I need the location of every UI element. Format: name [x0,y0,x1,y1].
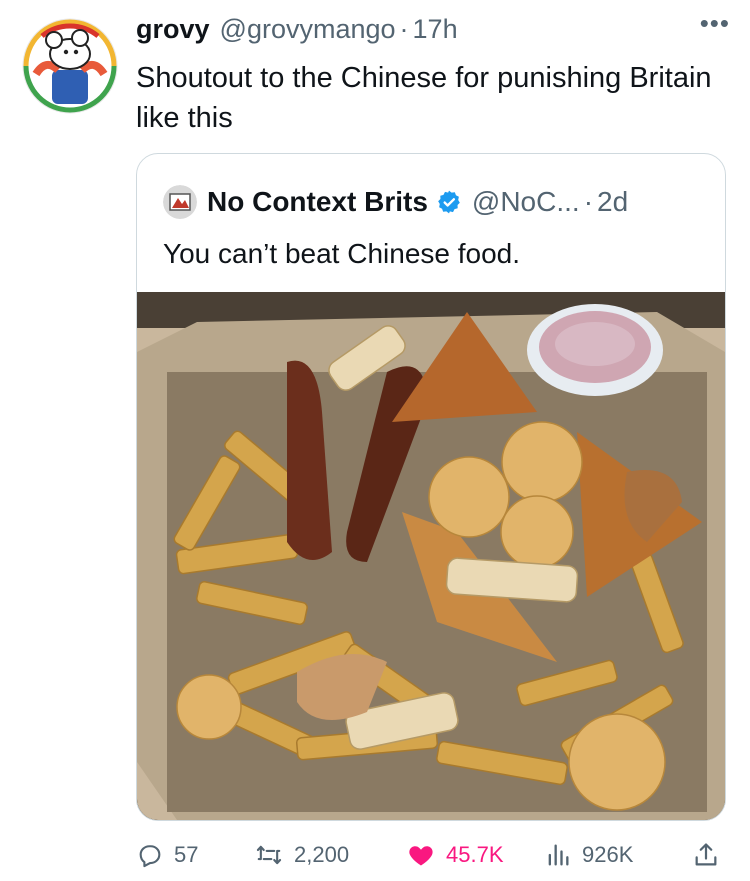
share-icon [695,843,717,866]
separator-dot: · [399,14,409,44]
views-button[interactable]: 926K [544,838,633,872]
quoted-tweet-text: You can’t beat Chinese food. [163,238,521,269]
quoted-tweet-card[interactable]: No Context Brits @NoC... · 2d You can’t … [136,153,726,821]
author-avatar[interactable] [22,18,118,114]
like-button[interactable]: 45.7K [406,838,504,872]
tweet-text: Shoutout to the Chinese for punishing Br… [136,62,712,134]
quoted-author-avatar [163,185,197,219]
author-name[interactable]: grovy [136,14,210,45]
retweet-count: 2,200 [294,842,350,867]
like-count: 45.7K [446,842,504,867]
tweet-timestamp[interactable]: 17h [413,14,458,45]
quoted-timestamp: 2d [597,186,629,217]
tweet-header: grovy @grovymango · 17h ••• [136,8,730,50]
reply-count: 57 [174,842,199,867]
quoted-tweet-photo[interactable] [137,292,725,820]
retweet-icon [256,845,282,865]
view-count: 926K [582,842,634,867]
retweet-button[interactable]: 2,200 [254,838,349,872]
quoted-author-name: No Context Brits [207,186,428,217]
tweet-action-bar: 57 2,200 45.7K 926K [136,838,726,872]
heart-icon [409,846,433,866]
quoted-tweet-header: No Context Brits @NoC... · 2d [163,184,628,220]
share-button[interactable] [692,838,730,872]
reply-icon [139,845,161,868]
reply-button[interactable]: 57 [136,838,198,872]
quoted-author-handle: @NoC... [471,186,580,217]
views-chart-icon [548,844,569,866]
verified-badge-icon [436,189,462,215]
author-handle[interactable]: @grovymango [220,14,396,45]
more-options-icon[interactable]: ••• [700,8,730,39]
separator-dot: · [583,186,594,217]
